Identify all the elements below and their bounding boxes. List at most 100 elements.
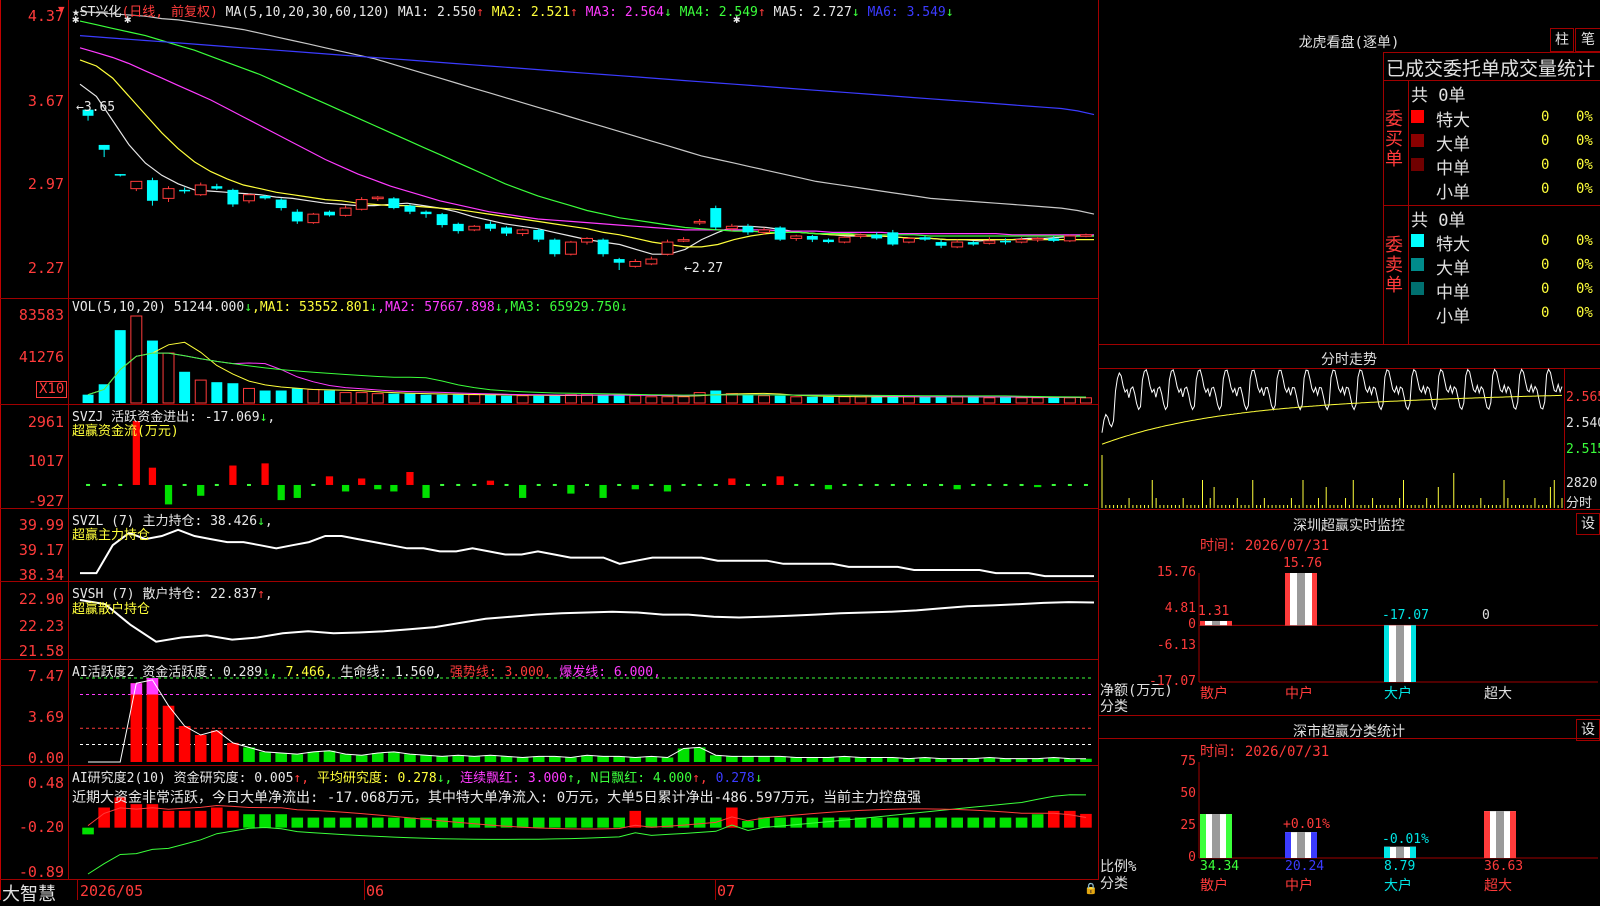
research-bar <box>790 817 803 828</box>
lock-icon[interactable]: 🔒 <box>1084 882 1098 895</box>
candle-body <box>179 189 191 192</box>
buy-orders-label: 委买单 <box>1385 109 1403 170</box>
volume-bar <box>645 396 658 404</box>
ma-legend: ★ST兴化(日线, 前复权) MA(5,10,20,30,60,120) MA1… <box>72 1 954 20</box>
sell-row-label: 特大 <box>1436 235 1470 255</box>
activity-bar <box>178 725 191 762</box>
sz-monitor-bar-edge <box>1285 573 1290 626</box>
price-axis-label: 2.97 <box>27 175 64 193</box>
activity-bar <box>404 754 416 762</box>
svzl-axis-label: 39.99 <box>18 516 64 534</box>
volume-bar <box>887 396 899 403</box>
volume-bar <box>162 352 175 404</box>
volume-bar <box>533 395 545 403</box>
candle-body <box>194 184 207 196</box>
candle-body <box>1031 237 1044 241</box>
research-bar <box>1031 814 1044 828</box>
candle-body <box>790 235 803 239</box>
volume-bar <box>98 384 110 403</box>
fund-flow-bar <box>293 484 301 498</box>
sell-row-count: 0 <box>1541 233 1550 249</box>
fund-flow-bar <box>277 484 285 501</box>
fund-flow-bar <box>953 484 961 490</box>
activity-bar <box>870 757 883 762</box>
research-bar <box>951 817 963 828</box>
activity-bar <box>774 756 786 762</box>
candle-body <box>243 194 255 202</box>
activity-bar <box>307 751 320 762</box>
volume-bar <box>774 395 786 403</box>
sell-color-swatch <box>1411 282 1424 295</box>
ma-legend-arrow: ↑ <box>570 5 578 20</box>
volume-bar <box>1015 397 1028 404</box>
sz-monitor-bar-core <box>1212 620 1220 626</box>
volume-bar <box>1000 396 1011 403</box>
star-marker-icon: ✱ <box>124 12 132 26</box>
fund-flow-bar <box>824 484 833 490</box>
candle-body <box>935 242 947 246</box>
candle-body <box>693 220 706 224</box>
sz-class-value-label: 36.63 <box>1484 859 1524 874</box>
activity-bar <box>243 747 255 762</box>
activity-bar <box>436 756 448 762</box>
volume-bar <box>227 383 239 403</box>
svzl-subtitle: 超赢主力持仓 <box>72 528 151 543</box>
candle-body <box>661 241 674 255</box>
candle-body <box>146 180 158 201</box>
sz-class-category-label: 散户 <box>1200 878 1228 894</box>
svzl-axis-label: 38.34 <box>18 566 64 584</box>
sz-class-time: 时间: 2026/07/31 <box>1200 744 1330 760</box>
sell-color-swatch <box>1411 306 1424 319</box>
kline-chart[interactable] <box>0 0 1600 900</box>
candle-body <box>677 239 690 242</box>
activity-bar <box>758 756 770 762</box>
candle-body <box>291 211 303 222</box>
candle-body <box>629 261 642 267</box>
fund-flow-bar <box>422 484 430 498</box>
sz-monitor-bar-edge <box>1384 625 1389 682</box>
sz-class-settings-button[interactable]: 设 <box>1576 719 1600 741</box>
sz-class-delta-label: +0.01% <box>1283 817 1330 833</box>
sell-row-pct: 0% <box>1576 305 1593 321</box>
candle-body <box>902 237 915 243</box>
sz-class-bar-core <box>1297 832 1305 858</box>
sz-monitor-settings-button[interactable]: 设 <box>1576 513 1600 535</box>
research-bar <box>468 817 481 828</box>
column-view-button[interactable]: 柱 <box>1550 28 1574 52</box>
research-bar <box>178 810 191 828</box>
research-bar <box>516 817 529 828</box>
intraday-axis-label: 2.540 <box>1566 416 1600 431</box>
research-bar <box>194 810 207 828</box>
fund-flow-bar <box>631 484 639 490</box>
fund-flow-bar <box>358 478 366 485</box>
buy-color-swatch <box>1411 110 1424 123</box>
candle-body <box>484 223 496 229</box>
candle-body <box>211 186 223 189</box>
volume-bar <box>871 396 883 403</box>
candle-body <box>758 229 771 233</box>
volume-bar <box>501 395 512 403</box>
sz-class-delta-label: -0.01% <box>1382 831 1429 847</box>
ai-active-axis-label: 7.47 <box>27 667 64 685</box>
volume-bar <box>1063 397 1076 404</box>
period-label[interactable]: (日线, 前复权) <box>121 5 217 20</box>
candle-body <box>388 198 400 209</box>
research-bar <box>307 817 320 828</box>
svzj-axis-label: 1017 <box>27 452 64 470</box>
intraday-avg-line <box>1101 394 1562 445</box>
sz-monitor-axis-label: 15.76 <box>1156 565 1196 580</box>
activity-bar <box>645 756 658 762</box>
activity-bar <box>903 758 915 762</box>
research-bar <box>211 807 223 828</box>
vol-unit-badge[interactable]: X10 <box>36 381 68 398</box>
sz-class-bar-core <box>1396 846 1404 858</box>
sz-class-value-label: 8.79 <box>1384 859 1416 874</box>
volume-bar <box>291 388 303 403</box>
fund-flow-bar <box>486 480 495 485</box>
sell-row-pct: 0% <box>1576 257 1593 273</box>
research-bar <box>275 814 287 828</box>
volume-bar <box>806 396 818 403</box>
pen-view-button[interactable]: 笔 <box>1575 28 1600 52</box>
intraday-axis-label: 2.515 <box>1566 442 1600 457</box>
sell-row-pct: 0% <box>1576 281 1593 297</box>
